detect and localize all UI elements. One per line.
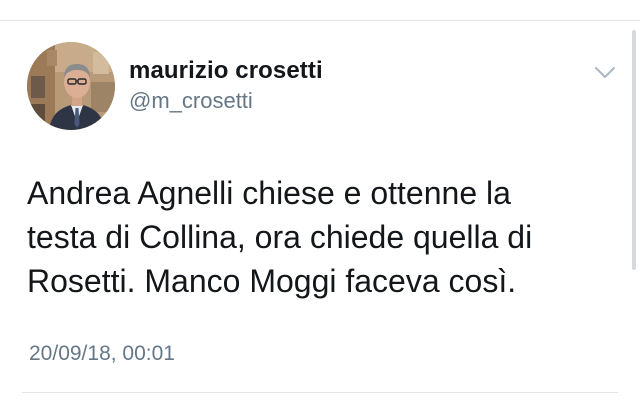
author-display-name[interactable]: maurizio crosetti — [129, 57, 323, 85]
scrollbar[interactable] — [632, 30, 636, 270]
tweet-text: Andrea Agnelli chiese e ottenne la testa… — [27, 171, 617, 303]
tweet-screen: maurizio crosetti @m_crosetti Andrea Agn… — [0, 0, 640, 404]
bottom-divider — [22, 392, 618, 393]
tweet-text-line: Andrea Agnelli chiese e ottenne la — [27, 175, 511, 211]
tweet-timestamp[interactable]: 20/09/18, 00:01 — [29, 342, 175, 366]
avatar[interactable] — [27, 42, 115, 130]
author-handle[interactable]: @m_crosetti — [129, 88, 253, 114]
chevron-down-icon[interactable] — [594, 66, 616, 80]
tweet-text-line: testa di Collina, ora chiede quella di — [27, 219, 533, 255]
tweet-text-line: Rosetti. Manco Moggi faceva così. — [27, 263, 517, 299]
avatar-photo — [27, 42, 115, 130]
top-divider — [0, 20, 640, 21]
